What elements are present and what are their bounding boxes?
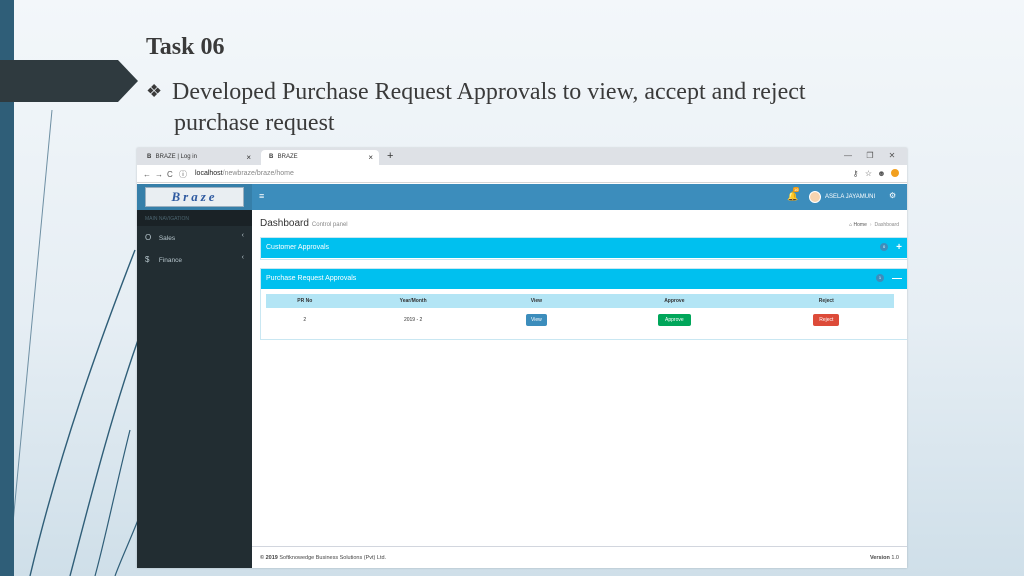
- copyright-year: © 2019: [260, 555, 278, 561]
- sidebar-item-label: Finance: [158, 257, 182, 264]
- tab-label: BRAZE: [277, 154, 298, 160]
- count-badge: 0: [880, 243, 889, 251]
- key-icon[interactable]: ⚷: [849, 169, 862, 178]
- sidebar-item-sales[interactable]: O Sales ‹: [137, 226, 252, 248]
- bullet-text-line2: purchase request: [174, 110, 335, 136]
- close-icon[interactable]: ×: [246, 153, 251, 162]
- box-tools: 1—: [876, 273, 902, 284]
- sidebar-header: MAIN NAVIGATION: [137, 210, 252, 226]
- browser-window: B BRAZE | Log in × B BRAZE × + — ❐ ✕ ← → Cⓘ …: [137, 148, 907, 568]
- page-subtitle: Control panel: [311, 222, 348, 228]
- url-field[interactable]: localhost/newbraze/braze/home: [195, 170, 294, 177]
- page-title-text: Dashboard: [260, 218, 309, 229]
- purchase-request-approvals-box: Purchase Request Approvals 1— PR No Year…: [260, 268, 907, 340]
- gear-icon[interactable]: ⚙: [889, 191, 896, 200]
- view-button[interactable]: View: [526, 314, 547, 326]
- expand-icon[interactable]: +: [896, 242, 902, 253]
- star-icon[interactable]: ☆: [862, 169, 875, 178]
- approve-button[interactable]: Approve: [658, 314, 691, 326]
- reject-cell: Reject: [759, 308, 894, 332]
- sidebar-item-finance[interactable]: $ Finance ‹: [137, 248, 252, 270]
- logo-image: Braze: [145, 187, 244, 207]
- menu-icon[interactable]: ≡: [259, 191, 264, 201]
- chevron-left-icon: ‹: [241, 232, 244, 239]
- top-navbar: ≡ 🔔 16 ASELA JAYAMUNI ⚙: [252, 184, 907, 210]
- favicon-icon: B: [269, 154, 274, 160]
- address-actions: ⚷ ☆ ☻: [849, 169, 901, 178]
- version-label: Version: [869, 555, 890, 561]
- view-cell: View: [483, 308, 590, 332]
- browser-tabbar: B BRAZE | Log in × B BRAZE × + — ❐ ✕: [137, 148, 907, 165]
- count-badge: 1: [876, 274, 884, 282]
- footer: © 2019 Softknowedge Business Solutions (…: [252, 546, 907, 568]
- home-icon: ⌂: [849, 222, 853, 228]
- tab-label: BRAZE | Log in: [155, 154, 197, 160]
- browser-tab-login[interactable]: B BRAZE | Log in ×: [139, 150, 257, 165]
- url-path: /newbraze/braze/home: [222, 170, 294, 177]
- address-bar: ← → Cⓘ localhost/newbraze/braze/home ⚷ ☆ ☻: [137, 165, 907, 183]
- reject-button[interactable]: Reject: [813, 314, 840, 326]
- table-row: 2 2019 - 2 View Approve Reject: [266, 308, 894, 332]
- content-header: Dashboard Control panel ⌂ Home › Dashboard: [252, 210, 907, 236]
- url-host: localhost: [195, 170, 223, 177]
- bullet-text-line1: Developed Purchase Request Approvals to …: [172, 79, 806, 105]
- close-icon[interactable]: ×: [368, 153, 373, 162]
- sidebar-item-label: Sales: [158, 235, 176, 242]
- minimize-icon[interactable]: —: [837, 151, 859, 160]
- slide-arrow-shape: [0, 60, 138, 102]
- sidebar: Braze MAIN NAVIGATION O Sales ‹ $ Financ…: [137, 184, 252, 568]
- browser-tab-braze[interactable]: B BRAZE ×: [261, 150, 379, 165]
- version-value: 1.0: [891, 555, 899, 561]
- window-close-icon[interactable]: ✕: [881, 151, 903, 160]
- new-tab-button[interactable]: +: [387, 150, 393, 162]
- company-name: Softknowedge Business Solutions (Pvt) Lt…: [279, 555, 387, 561]
- breadcrumb-current: Dashboard: [874, 222, 899, 228]
- slide-title: Task 06: [146, 34, 225, 60]
- table-header-row: PR No Year/Month View Approve Reject: [266, 294, 894, 308]
- info-icon[interactable]: ⓘ: [179, 169, 191, 180]
- version-info: Version 1.0: [870, 555, 899, 561]
- box-header: Purchase Request Approvals 1—: [261, 269, 907, 289]
- approvals-table: PR No Year/Month View Approve Reject 2 2…: [266, 294, 894, 332]
- chevron-left-icon: ‹: [241, 254, 244, 261]
- notification-badge: 16: [793, 187, 800, 192]
- window-controls: — ❐ ✕: [837, 151, 903, 160]
- approve-cell: Approve: [590, 308, 759, 332]
- user-name[interactable]: ASELA JAYAMUNI: [825, 194, 875, 200]
- favicon-icon: B: [147, 154, 152, 160]
- logo[interactable]: Braze: [137, 184, 252, 210]
- nav-buttons: ← → Cⓘ: [143, 169, 191, 180]
- bullet-icon: ❖: [146, 81, 163, 101]
- account-icon[interactable]: ☻: [875, 169, 888, 178]
- column-header: View: [530, 298, 543, 304]
- slide-bullet: ❖ Developed Purchase Request Approvals to…: [146, 76, 906, 139]
- customer-approvals-box: Customer Approvals 0 +: [260, 237, 907, 260]
- breadcrumb-home[interactable]: Home: [854, 222, 867, 228]
- bell-icon[interactable]: 🔔: [787, 191, 798, 202]
- dollar-icon: $: [145, 255, 150, 264]
- circle-icon: O: [145, 233, 152, 242]
- column-header: Reject: [818, 298, 834, 304]
- restore-icon[interactable]: ❐: [859, 151, 881, 160]
- forward-icon[interactable]: →: [155, 170, 167, 179]
- avatar[interactable]: [809, 191, 821, 203]
- collapse-icon[interactable]: —: [892, 273, 902, 284]
- column-header: Approve: [664, 298, 685, 304]
- main-content: Dashboard Control panel ⌂ Home › Dashboard …: [252, 210, 907, 568]
- box-tools: 0 +: [880, 242, 902, 253]
- column-header: PR No: [297, 298, 313, 304]
- extension-icon[interactable]: [888, 169, 901, 178]
- page-title: Dashboard Control panel: [260, 218, 348, 229]
- column-header: Year/Month: [399, 298, 427, 304]
- breadcrumb: ⌂ Home › Dashboard: [849, 222, 899, 228]
- year-month-cell: 2019 - 2: [403, 317, 423, 323]
- back-icon[interactable]: ←: [143, 170, 155, 179]
- box-title: Purchase Request Approvals: [266, 275, 357, 282]
- app-root: Braze MAIN NAVIGATION O Sales ‹ $ Financ…: [137, 184, 907, 568]
- breadcrumb-separator: ›: [869, 222, 872, 228]
- reload-icon[interactable]: C: [167, 170, 179, 179]
- pr-no-cell: 2: [303, 317, 307, 323]
- box-title: Customer Approvals: [266, 244, 330, 251]
- box-header: Customer Approvals 0 +: [261, 238, 907, 258]
